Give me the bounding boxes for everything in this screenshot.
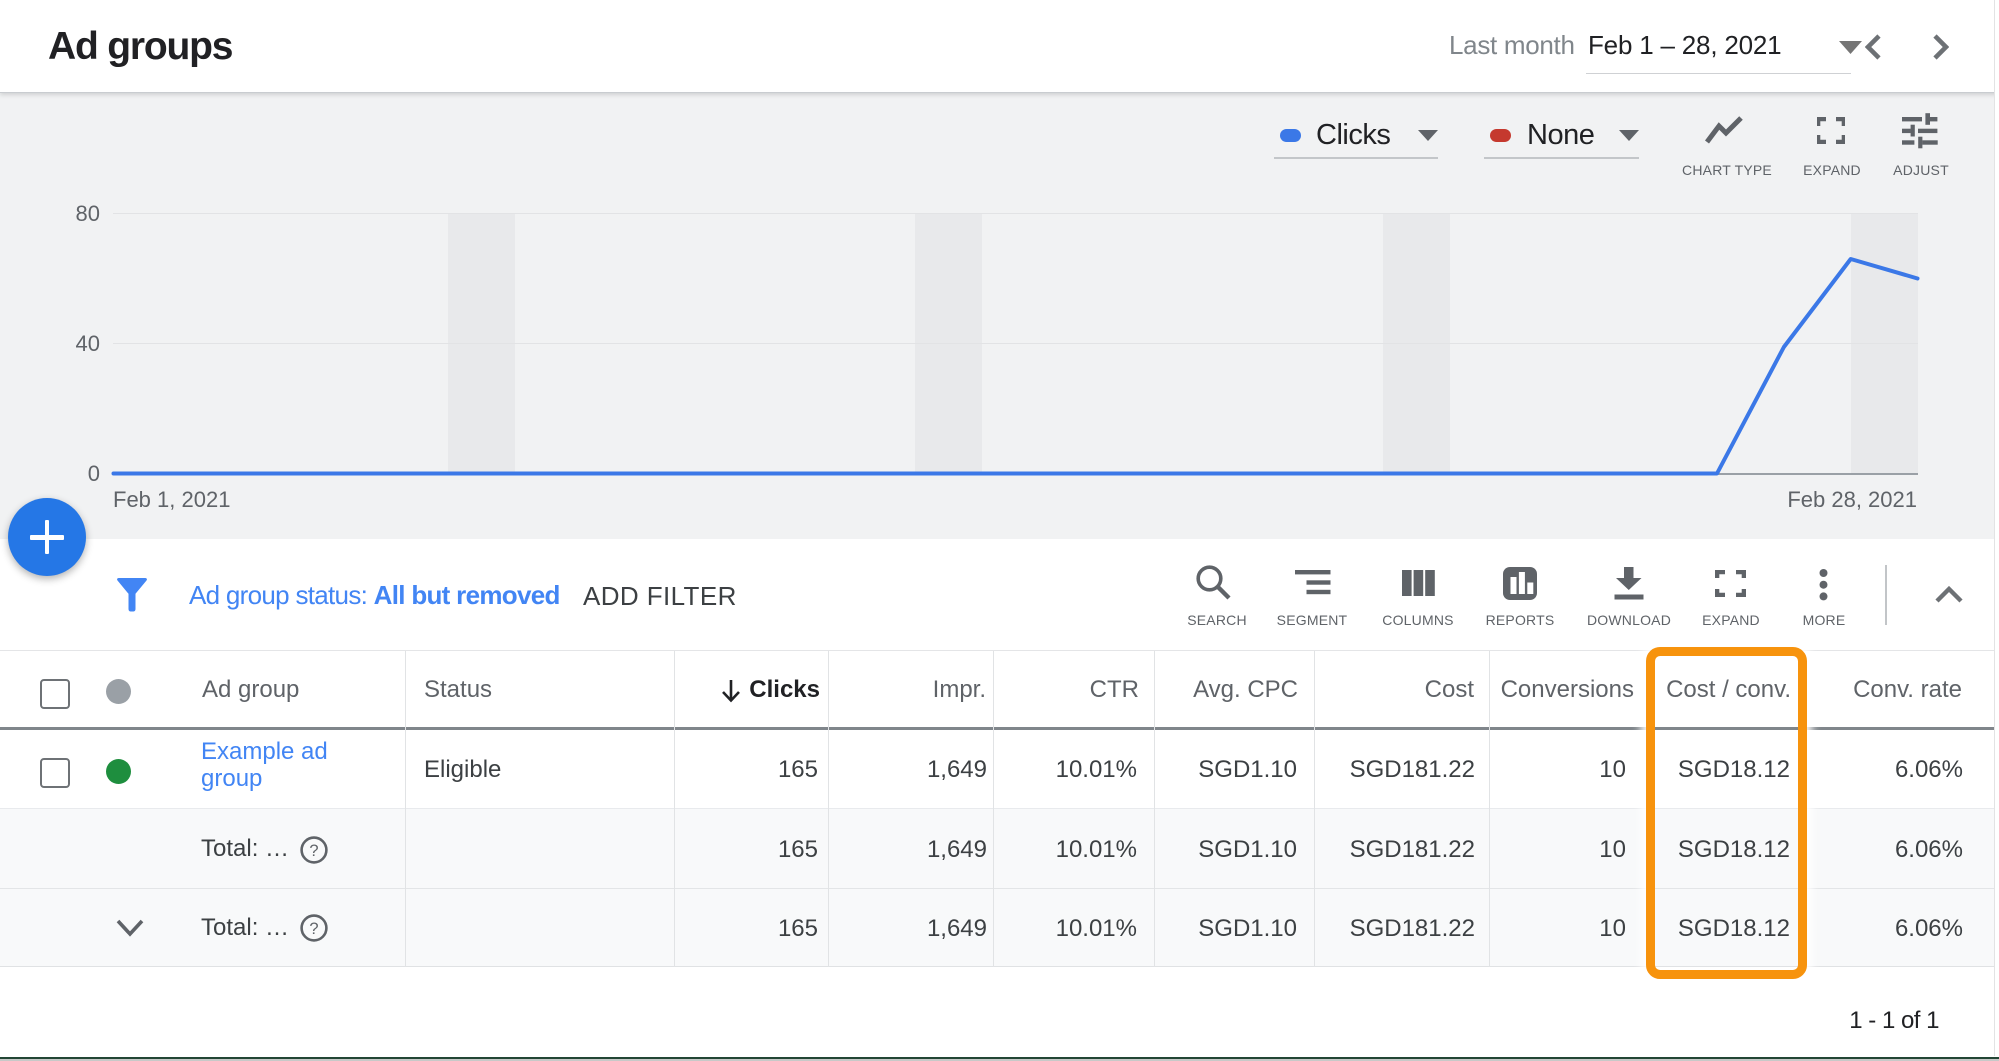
svg-text:?: ? xyxy=(309,920,318,938)
svg-text:?: ? xyxy=(309,842,318,860)
